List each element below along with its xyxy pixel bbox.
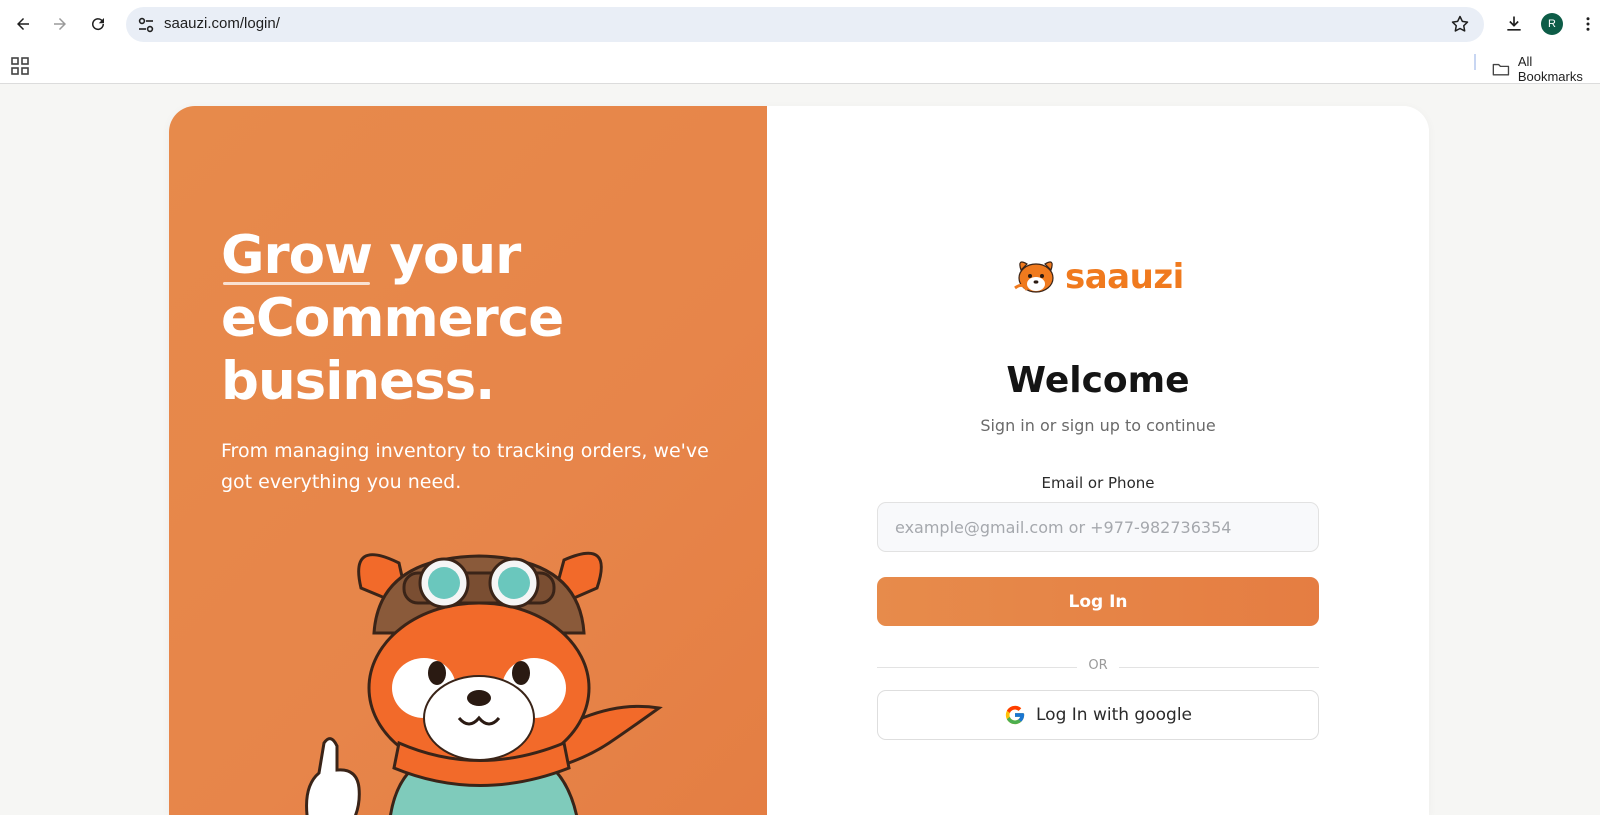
saauzi-logo[interactable]: saauzi bbox=[1013, 256, 1184, 298]
folder-icon bbox=[1492, 63, 1510, 76]
reload-icon bbox=[92, 18, 105, 31]
red-panda-logo-icon bbox=[1014, 261, 1054, 293]
profile-avatar[interactable]: R bbox=[1541, 13, 1563, 35]
google-icon bbox=[1005, 705, 1025, 725]
bookmarks-bar: All Bookmarks bbox=[0, 48, 1600, 84]
all-bookmarks-button[interactable]: All Bookmarks bbox=[1492, 54, 1600, 84]
reload-button[interactable] bbox=[84, 10, 112, 38]
page-subtitle: Sign in or sign up to continue bbox=[980, 416, 1216, 435]
email-phone-input[interactable] bbox=[877, 502, 1319, 552]
divider-line-right bbox=[1119, 667, 1319, 668]
email-phone-label: Email or Phone bbox=[1041, 474, 1155, 492]
apps-grid-icon[interactable] bbox=[10, 56, 30, 76]
or-label: OR bbox=[1088, 658, 1108, 673]
login-panel: saauzi Welcome Sign in or sign up to con… bbox=[767, 106, 1429, 815]
back-button[interactable] bbox=[9, 10, 37, 38]
headline-highlight-word: Grow bbox=[221, 225, 373, 286]
hero-panel: Grow your eCommerce business. From manag… bbox=[169, 106, 767, 815]
downloads-button[interactable] bbox=[1502, 12, 1526, 36]
page-title: Welcome bbox=[1006, 360, 1190, 401]
login-card: Grow your eCommerce business. From manag… bbox=[169, 106, 1429, 815]
forward-button[interactable] bbox=[46, 10, 74, 38]
headline-line-1-rest: your bbox=[372, 225, 521, 286]
back-arrow-icon bbox=[17, 18, 29, 30]
all-bookmarks-label: All Bookmarks bbox=[1517, 54, 1583, 84]
google-login-label: Log In with google bbox=[1036, 705, 1192, 725]
kebab-menu-icon bbox=[1586, 17, 1590, 31]
or-divider: OR bbox=[877, 658, 1319, 678]
address-bar[interactable]: saauzi.com/login/ bbox=[126, 7, 1484, 42]
browser-toolbar: saauzi.com/login/ R bbox=[0, 0, 1600, 48]
star-icon[interactable] bbox=[1450, 14, 1470, 34]
logo-wordmark: saauzi bbox=[1065, 257, 1184, 297]
headline-line-2: eCommerce bbox=[221, 288, 564, 349]
url-text[interactable]: saauzi.com/login/ bbox=[164, 15, 280, 32]
browser-menu-button[interactable] bbox=[1576, 12, 1600, 36]
forward-arrow-icon bbox=[54, 18, 66, 30]
hero-subtext: From managing inventory to tracking orde… bbox=[221, 440, 709, 493]
red-panda-mascot-illustration bbox=[305, 551, 663, 815]
bookmarks-divider bbox=[1474, 54, 1476, 70]
login-button[interactable]: Log In bbox=[877, 577, 1319, 626]
hero-headline: Grow your eCommerce business. bbox=[221, 224, 721, 413]
download-icon bbox=[1507, 16, 1521, 31]
headline-line-3: business. bbox=[221, 351, 495, 412]
google-login-button[interactable]: Log In with google bbox=[877, 690, 1319, 740]
site-settings-icon[interactable] bbox=[136, 15, 156, 35]
